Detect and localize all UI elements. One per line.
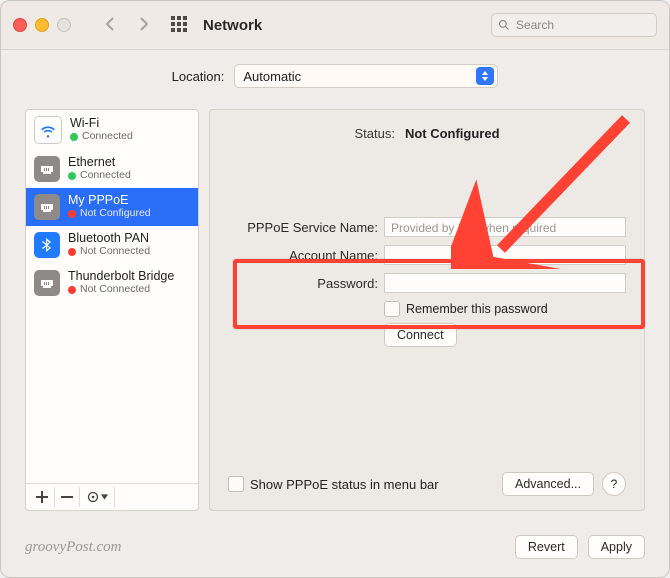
location-label: Location: xyxy=(172,69,225,84)
remember-password-row: Remember this password xyxy=(384,301,626,317)
watermark-text: groovyPost.com xyxy=(25,539,122,556)
service-item-wi-fi[interactable]: Wi-FiConnected xyxy=(26,110,198,150)
service-actions-menu[interactable] xyxy=(80,487,115,507)
bluetooth-icon xyxy=(34,232,60,258)
search-placeholder: Search xyxy=(516,18,554,32)
account-name-row: Account Name: xyxy=(228,245,626,265)
location-value: Automatic xyxy=(243,69,301,84)
password-row: Password: xyxy=(228,273,626,293)
titlebar: Network Search xyxy=(1,1,669,50)
search-icon xyxy=(498,19,510,31)
ethernet-icon xyxy=(34,270,60,296)
wifi-icon xyxy=(34,116,62,144)
search-field[interactable]: Search xyxy=(491,13,657,37)
connect-button[interactable]: Connect xyxy=(384,323,457,347)
forward-button[interactable] xyxy=(135,16,151,35)
apply-button[interactable]: Apply xyxy=(588,535,645,559)
service-status-text: Connected xyxy=(82,131,133,143)
bottombar: groovyPost.com Revert Apply xyxy=(25,535,645,559)
service-status: Not Connected xyxy=(68,284,174,296)
service-name: Wi-Fi xyxy=(70,117,133,131)
password-label: Password: xyxy=(228,276,384,291)
add-service-button[interactable] xyxy=(30,487,55,507)
service-item-ethernet[interactable]: EthernetConnected xyxy=(26,150,198,188)
status-dot-icon xyxy=(68,210,76,218)
show-status-checkbox[interactable] xyxy=(228,476,244,492)
stepper-arrows-icon xyxy=(476,67,494,85)
help-button[interactable]: ? xyxy=(602,472,626,496)
status-dot-icon xyxy=(68,286,76,294)
ethernet-icon xyxy=(34,194,60,220)
location-select[interactable]: Automatic xyxy=(234,64,498,88)
service-status-text: Connected xyxy=(80,170,131,182)
service-status-text: Not Connected xyxy=(80,246,150,258)
service-name: Ethernet xyxy=(68,156,131,170)
ethernet-icon xyxy=(34,156,60,182)
password-input[interactable] xyxy=(384,273,626,293)
sidebar-footer xyxy=(26,483,198,510)
status-row: Status: Not Configured xyxy=(228,126,626,141)
service-text: My PPPoENot Configured xyxy=(68,194,151,219)
pppoe-service-label: PPPoE Service Name: xyxy=(228,220,384,235)
nav-arrows xyxy=(103,16,151,35)
pppoe-service-row: PPPoE Service Name: Provided by ISP when… xyxy=(228,217,626,237)
detail-panel: Status: Not Configured PPPoE Service Nam… xyxy=(209,109,645,511)
service-status-text: Not Configured xyxy=(80,208,151,220)
network-preferences-window: Network Search Location: Automatic Wi-Fi… xyxy=(0,0,670,578)
zoom-button[interactable] xyxy=(57,18,71,32)
status-value: Not Configured xyxy=(405,126,500,141)
minimize-button[interactable] xyxy=(35,18,49,32)
service-status-text: Not Connected xyxy=(80,284,150,296)
window-title: Network xyxy=(203,17,262,34)
location-row: Location: Automatic xyxy=(1,50,669,100)
service-text: Thunderbolt BridgeNot Connected xyxy=(68,270,174,295)
status-label: Status: xyxy=(354,126,394,141)
show-status-row: Show PPPoE status in menu bar xyxy=(228,476,439,492)
pppoe-service-input[interactable]: Provided by ISP when required xyxy=(384,217,626,237)
remove-service-button[interactable] xyxy=(55,487,80,507)
service-status: Not Connected xyxy=(68,246,150,258)
service-item-bluetooth-pan[interactable]: Bluetooth PANNot Connected xyxy=(26,226,198,264)
back-button[interactable] xyxy=(103,16,119,35)
service-name: My PPPoE xyxy=(68,194,151,208)
advanced-button[interactable]: Advanced... xyxy=(502,472,594,496)
remember-password-checkbox[interactable] xyxy=(384,301,400,317)
revert-button[interactable]: Revert xyxy=(515,535,578,559)
service-status: Not Configured xyxy=(68,208,151,220)
service-text: Bluetooth PANNot Connected xyxy=(68,232,150,257)
show-all-icon[interactable] xyxy=(171,16,187,35)
show-status-label: Show PPPoE status in menu bar xyxy=(250,477,439,492)
service-text: Wi-FiConnected xyxy=(70,117,133,142)
service-status: Connected xyxy=(70,131,133,143)
service-text: EthernetConnected xyxy=(68,156,131,181)
status-dot-icon xyxy=(70,133,78,141)
service-status: Connected xyxy=(68,170,131,182)
close-button[interactable] xyxy=(13,18,27,32)
status-dot-icon xyxy=(68,248,76,256)
connect-row: Connect xyxy=(384,323,626,347)
account-name-label: Account Name: xyxy=(228,248,384,263)
service-list: Wi-FiConnectedEthernetConnectedMy PPPoEN… xyxy=(25,109,199,511)
status-dot-icon xyxy=(68,172,76,180)
traffic-lights xyxy=(13,18,71,32)
service-name: Bluetooth PAN xyxy=(68,232,150,246)
remember-password-label: Remember this password xyxy=(406,302,548,316)
account-name-input[interactable] xyxy=(384,245,626,265)
service-item-my-pppoe[interactable]: My PPPoENot Configured xyxy=(26,188,198,226)
service-item-thunderbolt-bridge[interactable]: Thunderbolt BridgeNot Connected xyxy=(26,264,198,302)
service-name: Thunderbolt Bridge xyxy=(68,270,174,284)
